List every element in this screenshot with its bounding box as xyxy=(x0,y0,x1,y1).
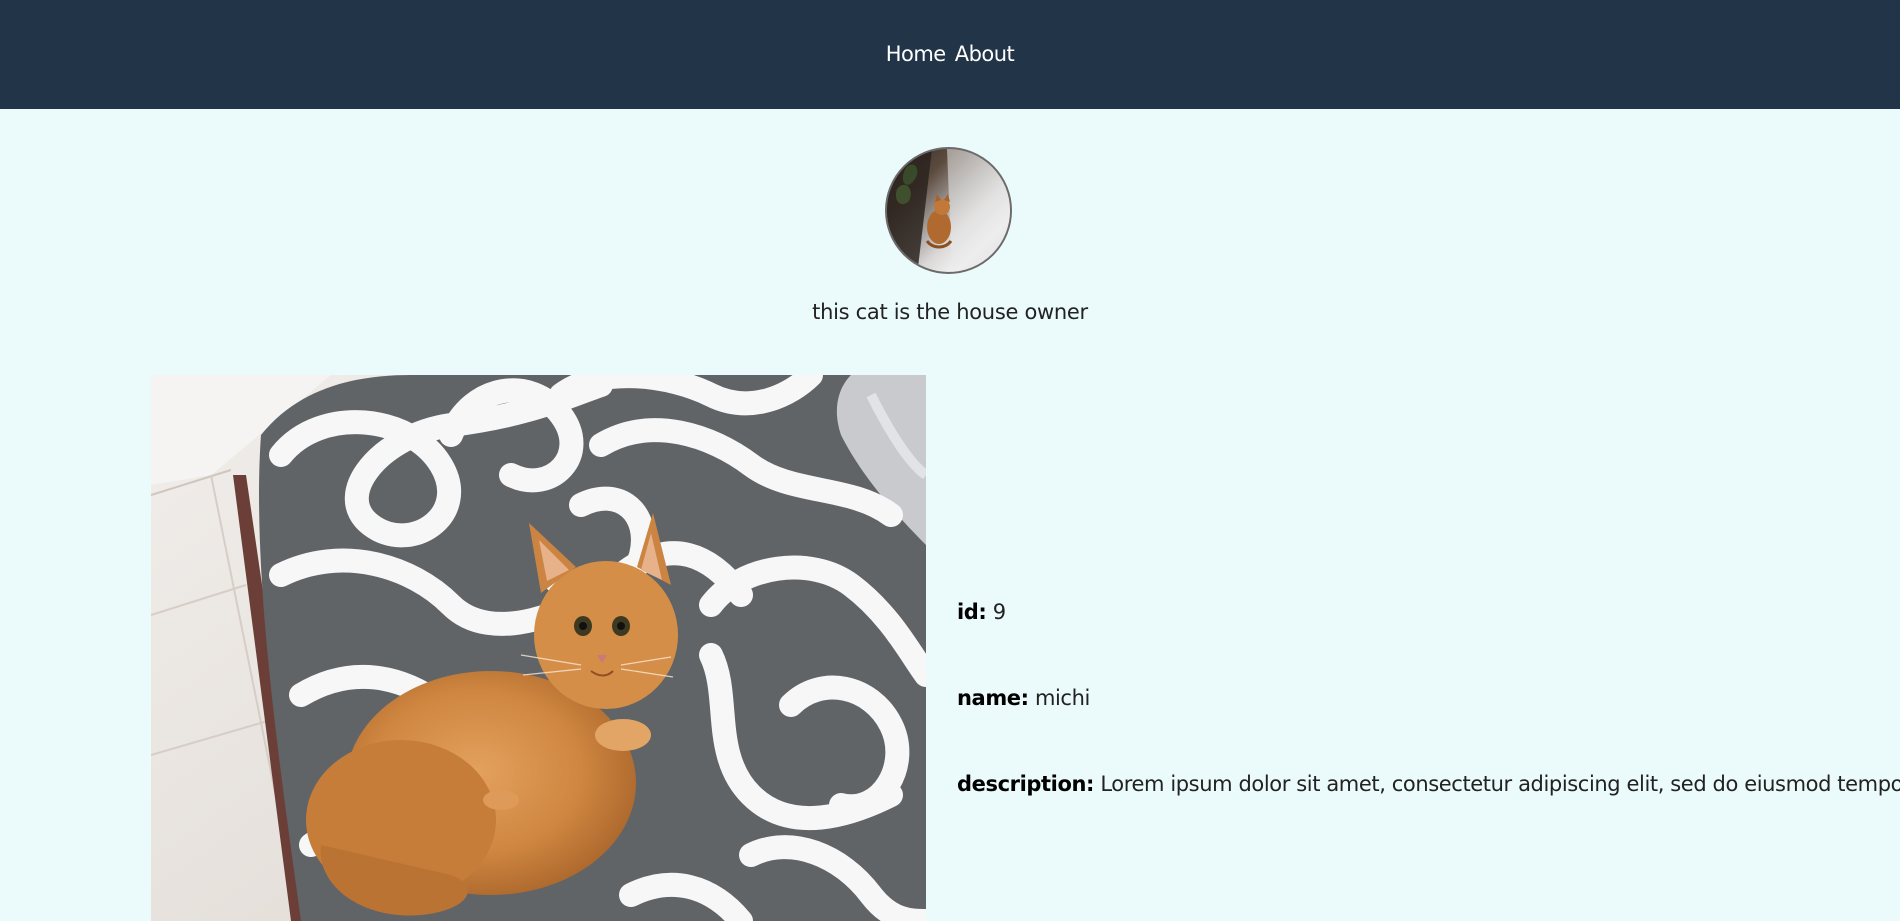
top-navbar: Home About xyxy=(0,0,1900,109)
avatar-caption: this cat is the house owner xyxy=(812,300,1088,324)
profile-avatar xyxy=(885,147,1012,274)
description-label: description: xyxy=(957,772,1095,796)
nav-links: Home About xyxy=(886,42,1015,66)
id-value: 9 xyxy=(992,600,1006,624)
description-value: Lorem ipsum dolor sit amet, consectetur … xyxy=(1100,772,1900,796)
id-label: id: xyxy=(957,600,987,624)
avatar-cat-image xyxy=(887,149,1010,272)
nav-link-about[interactable]: About xyxy=(955,42,1015,66)
nav-link-home[interactable]: Home xyxy=(886,42,947,66)
name-value: michi xyxy=(1034,686,1090,710)
detail-name-row: name: michi xyxy=(957,686,1090,710)
name-label: name: xyxy=(957,686,1029,710)
detail-description-row: description: Lorem ipsum dolor sit amet,… xyxy=(957,772,1900,796)
detail-id-row: id: 9 xyxy=(957,600,1006,624)
cat-on-bed-image xyxy=(151,375,926,921)
cat-photo xyxy=(151,375,926,921)
